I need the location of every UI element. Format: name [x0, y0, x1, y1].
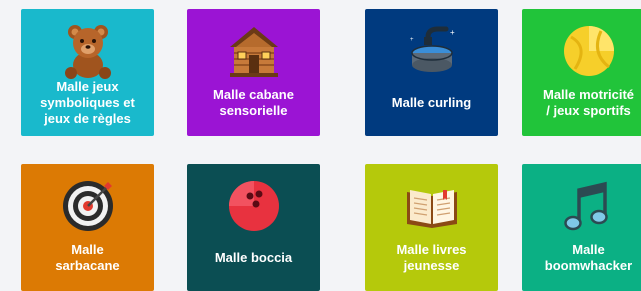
tile-label: Malle cabane sensorielle: [213, 86, 294, 118]
tile-label: Malle sarbacane: [55, 241, 120, 273]
tile-boomwhacker[interactable]: Malle boomwhacker: [522, 164, 641, 291]
tile-label: Malle livres jeunesse: [396, 241, 467, 273]
tile-boccia[interactable]: Malle boccia: [187, 164, 320, 291]
teddy-bear-icon: [61, 23, 115, 79]
tile-label: Malle motricité / jeux sportifs: [542, 86, 635, 118]
tile-sarbacane[interactable]: Malle sarbacane: [21, 164, 154, 291]
tile-label: Malle curling: [391, 94, 472, 110]
svg-text:+: +: [450, 28, 455, 37]
tile-motricite[interactable]: Malle motricité / jeux sportifs: [522, 9, 641, 136]
tile-curling[interactable]: + + Malle curling: [365, 9, 498, 136]
svg-text:+: +: [410, 37, 414, 43]
tile-jeux-symboliques[interactable]: Malle jeux symboliques et jeux de règles: [21, 9, 154, 136]
tile-cabane-sensorielle[interactable]: Malle cabane sensorielle: [187, 9, 320, 136]
tile-livres-jeunesse[interactable]: Malle livres jeunesse: [365, 164, 498, 291]
bowling-ball-icon: [226, 178, 282, 234]
open-book-icon: [403, 178, 461, 234]
music-note-icon: [561, 178, 617, 234]
log-cabin-icon: [226, 23, 282, 79]
target-icon: [60, 178, 116, 234]
tile-label: Malle boccia: [214, 249, 293, 265]
ball-icon: [561, 23, 617, 79]
tile-label: Malle jeux symboliques et jeux de règles: [40, 79, 135, 126]
tile-label: Malle boomwhacker: [544, 241, 633, 273]
curling-stone-icon: + +: [404, 23, 460, 79]
